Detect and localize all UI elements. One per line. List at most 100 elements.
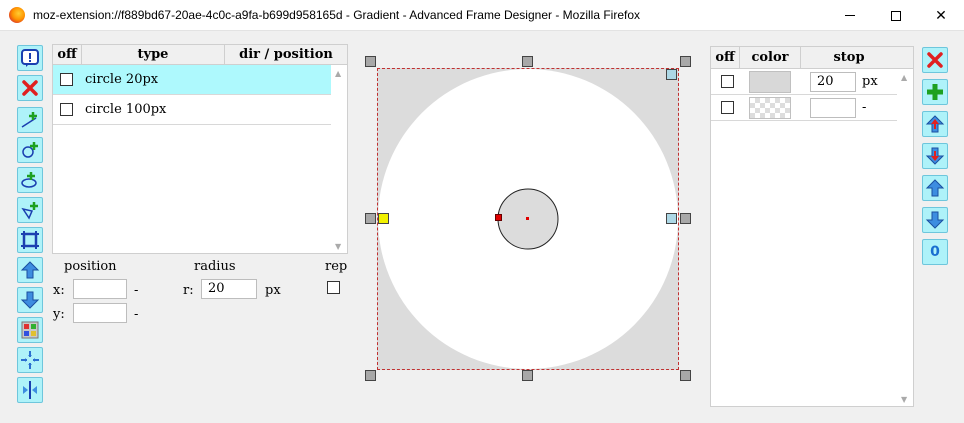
maximize-icon — [891, 10, 901, 21]
radius-handle[interactable] — [495, 214, 502, 221]
firefox-icon — [9, 7, 25, 23]
stop-unit: px — [862, 74, 878, 89]
right-handle-light-blue[interactable] — [666, 213, 677, 224]
gradient-preview — [378, 69, 678, 369]
red-x-icon — [22, 80, 38, 96]
col-stop-header: stop — [833, 50, 865, 65]
col-off-header: off — [53, 45, 82, 64]
arrow-up-icon — [20, 261, 40, 279]
close-icon: ✕ — [935, 7, 947, 24]
x-label: x: — [53, 283, 65, 298]
arrow-down-icon — [925, 211, 945, 229]
stop-off-checkbox[interactable] — [721, 101, 734, 114]
r-unit: px — [265, 283, 281, 298]
add-linear-button[interactable] — [17, 107, 43, 133]
stops-table-header: off color stop — [711, 47, 913, 69]
mirror-button[interactable] — [17, 377, 43, 403]
stop-down-red-button[interactable] — [922, 143, 948, 169]
stop-unit: - — [862, 100, 867, 115]
move-down-button[interactable] — [17, 287, 43, 313]
add-ellipse-button[interactable] — [17, 167, 43, 193]
frame-handle-mr[interactable] — [680, 213, 691, 224]
scroll-up-icon[interactable]: ▲ — [901, 73, 907, 82]
layer-off-checkbox[interactable] — [60, 103, 73, 116]
layer-row[interactable]: circle 100px — [53, 95, 331, 125]
add-radial-button[interactable] — [17, 137, 43, 163]
maximize-button[interactable] — [873, 0, 919, 31]
delete-stop-button[interactable] — [922, 47, 948, 73]
add-stop-button[interactable] — [922, 79, 948, 105]
stop-off-checkbox[interactable] — [721, 75, 734, 88]
transparent-color-swatch[interactable] — [749, 97, 791, 119]
scroll-down-icon[interactable]: ▼ — [335, 242, 341, 251]
arrow-down-icon — [20, 291, 40, 309]
col-type-header: type — [82, 45, 225, 64]
x-suffix: - — [134, 283, 139, 298]
stops-scrollbar[interactable]: ▲ ▼ — [897, 69, 913, 406]
y-input[interactable] — [73, 303, 127, 323]
red-x-icon — [927, 52, 943, 68]
col-color-header: color — [740, 47, 801, 68]
minimize-button[interactable] — [827, 0, 873, 31]
y-suffix: - — [134, 307, 139, 322]
stop-up-red-button[interactable] — [922, 111, 948, 137]
center-icon — [21, 351, 39, 369]
arrow-up-icon — [925, 179, 945, 197]
layer-scrollbar[interactable]: ▲ ▼ — [331, 65, 347, 253]
frame-handle-br[interactable] — [680, 370, 691, 381]
delete-layer-button[interactable] — [17, 75, 43, 101]
stop-row[interactable]: - — [711, 95, 897, 121]
stop-up-button[interactable] — [922, 175, 948, 201]
stop-input[interactable]: 20 — [810, 72, 856, 92]
add-ellipse-icon — [21, 172, 37, 188]
radius-input[interactable]: 20 — [201, 279, 257, 299]
scroll-up-icon[interactable]: ▲ — [335, 69, 341, 78]
col-dir-header: dir / position — [239, 47, 333, 62]
frame-handle-bc[interactable] — [522, 370, 533, 381]
frame-handle-bl[interactable] — [365, 370, 376, 381]
rep-label: rep — [325, 259, 348, 274]
window-title: moz-extension://f889bd67-20ae-4c0c-a9fa-… — [33, 8, 640, 22]
palette-button[interactable] — [17, 317, 43, 343]
mirror-icon — [23, 381, 37, 399]
move-up-button[interactable] — [17, 257, 43, 283]
center-point — [526, 217, 529, 220]
rep-checkbox[interactable] — [327, 281, 340, 294]
frame-handle-ml[interactable] — [365, 213, 376, 224]
zero-button[interactable]: 0 — [922, 239, 948, 265]
frame-button[interactable] — [17, 227, 43, 253]
frame-handle-tr[interactable] — [680, 56, 691, 67]
layer-off-checkbox[interactable] — [60, 73, 73, 86]
stop-row[interactable]: 20 px — [711, 69, 897, 95]
corner-handle-light-blue[interactable] — [666, 69, 677, 80]
green-plus-icon — [927, 84, 943, 100]
layer-table-header: off type dir / position — [53, 45, 347, 65]
zero-label: 0 — [930, 244, 940, 260]
radius-label: radius — [194, 259, 236, 274]
info-icon — [21, 49, 39, 67]
title-bar: moz-extension://f889bd67-20ae-4c0c-a9fa-… — [0, 0, 964, 31]
add-linear-icon — [21, 112, 37, 128]
info-button[interactable] — [17, 45, 43, 71]
red-arrow-up-icon — [925, 115, 945, 133]
gradient-canvas[interactable] — [377, 68, 679, 370]
color-stops-table: off color stop 20 px - ▲ ▼ — [710, 46, 914, 407]
left-handle-yellow[interactable] — [378, 213, 389, 224]
stop-down-button[interactable] — [922, 207, 948, 233]
stop-input[interactable] — [810, 98, 856, 118]
add-conic-button[interactable] — [17, 197, 43, 223]
center-button[interactable] — [17, 347, 43, 373]
layer-type: circle 20px — [85, 72, 159, 87]
layer-row[interactable]: circle 20px — [53, 65, 331, 95]
add-radial-icon — [22, 142, 38, 158]
color-swatch[interactable] — [749, 71, 791, 93]
frame-handle-tl[interactable] — [365, 56, 376, 67]
x-input[interactable] — [73, 279, 127, 299]
palette-icon — [21, 321, 39, 339]
frame-handle-tc[interactable] — [522, 56, 533, 67]
red-arrow-down-icon — [925, 147, 945, 165]
layer-type: circle 100px — [85, 102, 167, 117]
scroll-down-icon[interactable]: ▼ — [901, 395, 907, 404]
close-button[interactable]: ✕ — [918, 0, 964, 31]
y-label: y: — [53, 307, 65, 322]
